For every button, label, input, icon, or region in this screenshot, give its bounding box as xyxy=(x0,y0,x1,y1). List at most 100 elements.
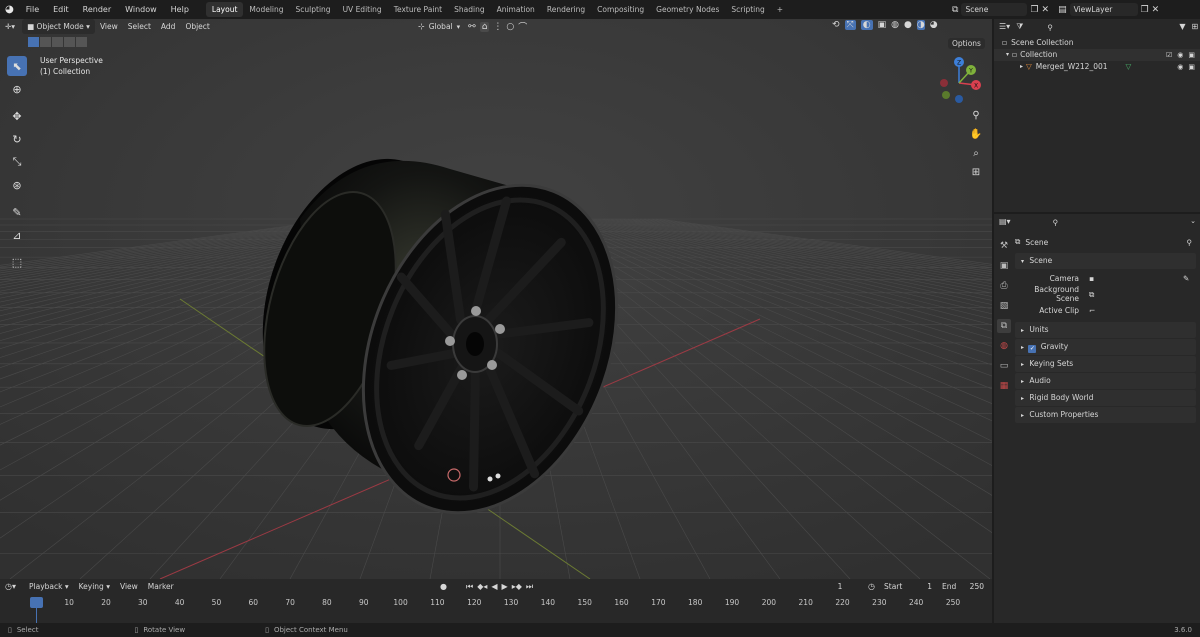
render-camera-icon[interactable]: ▣ xyxy=(1188,49,1195,61)
rotate-tool[interactable]: ↻ xyxy=(7,129,27,149)
snap-icon[interactable]: ⌂ xyxy=(479,21,490,32)
exclude-checkbox[interactable]: ☑ xyxy=(1166,49,1172,61)
panel-scene[interactable]: ▾ Scene xyxy=(1015,253,1196,269)
shading-solid-icon[interactable]: ● xyxy=(904,20,912,30)
add-workspace-button[interactable]: + xyxy=(771,2,789,17)
render-camera-icon[interactable]: ▣ xyxy=(1188,61,1195,73)
move-tool[interactable]: ✥ xyxy=(7,106,27,126)
outliner-row-object[interactable]: ▸ ▽ Merged_W212_001 ▽ ◉ ▣ xyxy=(994,61,1200,73)
active-clip-field[interactable]: ⌐ xyxy=(1085,303,1180,317)
measure-tool[interactable]: ⊿ xyxy=(7,225,27,245)
menu-render[interactable]: Render xyxy=(76,0,118,19)
snap-target-icon[interactable]: ⋮ xyxy=(493,22,502,32)
texture-tab-icon[interactable]: ▦ xyxy=(997,379,1011,393)
tab-sculpting[interactable]: Sculpting xyxy=(290,2,337,17)
shading-material-icon[interactable]: ◑ xyxy=(916,20,925,30)
playhead[interactable] xyxy=(30,597,43,608)
new-viewlayer-icon[interactable]: ❐ xyxy=(1141,5,1149,15)
orientation-selector[interactable]: Global xyxy=(429,22,453,31)
menu-add[interactable]: Add xyxy=(156,19,181,34)
expand-arrow-icon[interactable]: ▸ xyxy=(1020,61,1023,73)
falloff-icon[interactable]: ⌒ xyxy=(518,20,527,33)
scene-selector[interactable]: Scene xyxy=(961,3,1028,16)
outliner-row-collection[interactable]: ▾ ▫ Collection ☑ ◉ ▣ xyxy=(994,49,1200,61)
outliner-search[interactable]: ⚲ xyxy=(1043,21,1126,32)
viewlayer-icon[interactable]: ▤ xyxy=(1058,5,1067,15)
properties-search[interactable]: ⚲ xyxy=(1048,215,1131,227)
delete-scene-icon[interactable]: ✕ xyxy=(1042,5,1050,15)
options-button[interactable]: Options xyxy=(948,38,985,49)
properties-editor-icon[interactable]: ▤▾ xyxy=(999,217,1011,226)
menu-select[interactable]: Select xyxy=(123,19,156,34)
panel-units[interactable]: ▸ Units xyxy=(1015,322,1196,338)
tab-compositing[interactable]: Compositing xyxy=(591,2,650,17)
new-collection-icon[interactable]: ⊞ xyxy=(1191,22,1198,31)
xray-icon[interactable]: ▣ xyxy=(878,20,887,30)
transform-tool[interactable]: ⊛ xyxy=(7,175,27,195)
3d-viewport[interactable]: ✛▾ ■ Object Mode ▾ View Select Add Objec… xyxy=(0,19,992,579)
collection-tab-icon[interactable]: ▭ xyxy=(997,359,1011,373)
select-extend-icon[interactable] xyxy=(40,37,51,47)
frame-ruler[interactable]: 1102030405060708090100110120130140150160… xyxy=(0,579,992,623)
outliner-editor-icon[interactable]: ☰▾ xyxy=(999,22,1010,31)
scene-tab-icon[interactable]: ⧉ xyxy=(997,319,1011,333)
menu-edit[interactable]: Edit xyxy=(46,0,76,19)
pan-button[interactable]: ✋ xyxy=(968,126,984,142)
pivot-icon[interactable]: ⚯ xyxy=(468,22,476,32)
gravity-checkbox[interactable]: ✓ xyxy=(1028,345,1037,353)
pin-icon[interactable]: ⚲ xyxy=(1187,238,1193,247)
menu-object[interactable]: Object xyxy=(180,19,214,34)
panel-audio[interactable]: ▸ Audio xyxy=(1015,373,1196,389)
eyedropper-icon[interactable]: ✎ xyxy=(1183,274,1189,283)
eye-icon[interactable]: ◉ xyxy=(1177,61,1183,73)
tab-texture-paint[interactable]: Texture Paint xyxy=(388,2,448,17)
editor-type-icon[interactable]: ✛▾ xyxy=(0,19,20,34)
add-cube-tool[interactable]: ⬚ xyxy=(7,252,27,272)
tab-rendering[interactable]: Rendering xyxy=(541,2,591,17)
expand-arrow-icon[interactable]: ▾ xyxy=(1006,49,1009,61)
shading-rendered-icon[interactable]: ◕ xyxy=(930,20,938,30)
panel-gravity[interactable]: ▸ ✓ Gravity xyxy=(1015,339,1196,355)
blender-logo-icon[interactable]: ◕ xyxy=(0,4,19,15)
overlay-toggle-icon[interactable]: ◐ xyxy=(860,20,873,30)
select-new-icon[interactable] xyxy=(28,37,39,47)
chevron-down-icon[interactable]: ⌄ xyxy=(1190,217,1196,225)
eye-icon[interactable]: ◉ xyxy=(1177,49,1183,61)
camera-field[interactable]: ▪ xyxy=(1085,271,1180,285)
menu-file[interactable]: File xyxy=(19,0,46,19)
tool-tab-icon[interactable]: ⚒ xyxy=(997,239,1011,253)
gizmo-toggle-icon[interactable]: ⤧ xyxy=(844,20,856,30)
scale-tool[interactable]: ⤡ xyxy=(7,152,27,172)
delete-viewlayer-icon[interactable]: ✕ xyxy=(1152,5,1160,15)
viewlayer-selector[interactable]: ViewLayer xyxy=(1069,3,1138,16)
tab-geometry-nodes[interactable]: Geometry Nodes xyxy=(650,2,725,17)
menu-view[interactable]: View xyxy=(95,19,123,34)
select-subtract-icon[interactable] xyxy=(52,37,63,47)
tab-modeling[interactable]: Modeling xyxy=(243,2,289,17)
outliner-row-scene-collection[interactable]: ▫ Scene Collection xyxy=(994,37,1200,49)
menu-help[interactable]: Help xyxy=(164,0,196,19)
tab-uv-editing[interactable]: UV Editing xyxy=(337,2,388,17)
funnel-icon[interactable]: ▼ xyxy=(1179,22,1185,31)
select-box-tool[interactable]: ⬉ xyxy=(7,56,27,76)
menu-window[interactable]: Window xyxy=(118,0,164,19)
panel-custom-properties[interactable]: ▸ Custom Properties xyxy=(1015,407,1196,423)
view-layer-tab-icon[interactable]: ▧ xyxy=(997,299,1011,313)
navigation-gizmo[interactable]: Z Y X xyxy=(934,55,984,105)
cursor-tool[interactable]: ⊕ xyxy=(7,79,27,99)
proportional-edit-icon[interactable]: ○ xyxy=(506,22,514,32)
zoom-button[interactable]: ⚲ xyxy=(968,107,984,123)
output-tab-icon[interactable]: ⎙ xyxy=(997,279,1011,293)
annotate-tool[interactable]: ✎ xyxy=(7,202,27,222)
tab-layout[interactable]: Layout xyxy=(205,2,244,17)
new-scene-icon[interactable]: ❐ xyxy=(1030,5,1038,15)
select-invert-icon[interactable] xyxy=(64,37,75,47)
render-tab-icon[interactable]: ▣ xyxy=(997,259,1011,273)
tab-shading[interactable]: Shading xyxy=(448,2,490,17)
shading-wireframe-icon[interactable]: ◍ xyxy=(891,20,899,30)
tab-scripting[interactable]: Scripting xyxy=(725,2,770,17)
select-intersect-icon[interactable] xyxy=(76,37,87,47)
orientation-icon[interactable]: ⊹ xyxy=(418,22,425,31)
mode-selector[interactable]: ■ Object Mode ▾ xyxy=(22,19,95,34)
scene-icon[interactable]: ⧉ xyxy=(952,5,958,15)
